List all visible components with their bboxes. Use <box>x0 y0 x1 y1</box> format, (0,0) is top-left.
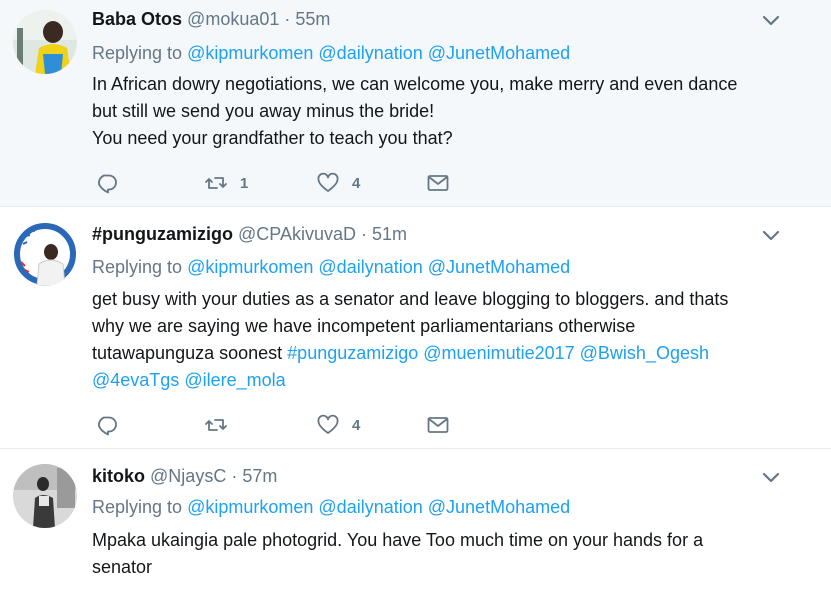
replying-to: Replying to @kipmurkomen @dailynation @J… <box>92 496 570 518</box>
tweet-text-line: You need your grandfather to teach you t… <box>92 128 453 148</box>
display-name[interactable]: Baba Otos <box>92 9 182 29</box>
tweet-text-segment: tutawapunguza soonest <box>92 343 283 363</box>
display-name[interactable]: #punguzamizigo <box>92 224 233 244</box>
mention-link[interactable]: @ilere_mola <box>184 370 285 390</box>
display-name[interactable]: kitoko <box>92 466 145 486</box>
like-count: 4 <box>352 174 361 192</box>
reply-button[interactable] <box>95 170 119 196</box>
tweet-text-line: senator <box>92 557 153 577</box>
avatar[interactable] <box>13 222 77 286</box>
message-button[interactable] <box>426 170 450 196</box>
message-icon <box>427 417 449 433</box>
tweet-header: kitoko @NjaysC · 57m <box>92 465 277 487</box>
tweet-text-line: Mpaka ukaingia pale photogrid. You have … <box>92 530 704 550</box>
retweet-icon <box>205 177 227 189</box>
replying-label: Replying to <box>92 43 183 63</box>
tweet[interactable]: #punguzamizigo @CPAkivuvaD · 51m Replyin… <box>0 208 831 449</box>
tweet-header: #punguzamizigo @CPAkivuvaD · 51m <box>92 223 407 245</box>
tweet-text: get busy with your duties as a senator a… <box>92 286 792 394</box>
mention-link[interactable]: @kipmurkomen <box>187 497 313 517</box>
timestamp[interactable]: 51m <box>372 224 407 244</box>
tweet-text-line: get busy with your duties as a senator a… <box>92 289 729 309</box>
replying-label: Replying to <box>92 257 183 277</box>
replying-label: Replying to <box>92 497 183 517</box>
reply-button[interactable] <box>95 412 119 438</box>
mention-link[interactable]: @dailynation <box>318 43 422 63</box>
replying-to: Replying to @kipmurkomen @dailynation @J… <box>92 42 570 64</box>
tweet-text: In African dowry negotiations, we can we… <box>92 71 792 152</box>
tweet[interactable]: kitoko @NjaysC · 57m Replying to @kipmur… <box>0 450 831 594</box>
mention-link[interactable]: @dailynation <box>318 257 422 277</box>
tweet-header: Baba Otos @mokua01 · 55m <box>92 8 330 30</box>
reply-icon <box>98 416 117 436</box>
tweet-text-line: why we are saying we have incompetent pa… <box>92 316 636 336</box>
mention-link[interactable]: @JunetMohamed <box>428 43 570 63</box>
message-icon <box>427 175 449 191</box>
mention-link[interactable]: @Bwish_Ogesh <box>580 343 709 363</box>
chevron-down-icon[interactable] <box>761 229 781 243</box>
retweet-button[interactable]: 1 <box>204 170 248 196</box>
avatar[interactable] <box>13 464 77 528</box>
separator: · <box>361 224 367 244</box>
message-button[interactable] <box>426 412 450 438</box>
retweet-button[interactable] <box>204 412 240 438</box>
hashtag-link[interactable]: #punguzamizigo <box>287 343 418 363</box>
mention-link[interactable]: @JunetMohamed <box>428 257 570 277</box>
chevron-down-icon[interactable] <box>761 471 781 485</box>
like-button[interactable]: 4 <box>316 170 360 196</box>
tweet-text-line: In African dowry negotiations, we can we… <box>92 74 738 94</box>
like-count: 4 <box>352 416 361 434</box>
mention-link[interactable]: @dailynation <box>318 497 422 517</box>
user-handle[interactable]: @CPAkivuvaD <box>238 224 356 244</box>
tweet-actions: 4 <box>92 412 492 438</box>
avatar[interactable] <box>13 10 77 74</box>
like-icon <box>317 414 339 434</box>
replying-to: Replying to @kipmurkomen @dailynation @J… <box>92 256 570 278</box>
user-handle[interactable]: @mokua01 <box>187 9 279 29</box>
tweet[interactable]: Baba Otos @mokua01 · 55m Replying to @ki… <box>0 0 831 207</box>
mention-link[interactable]: @kipmurkomen <box>187 257 313 277</box>
tweet-text-line: but still we send you away minus the bri… <box>92 101 435 121</box>
like-icon <box>317 172 339 192</box>
chevron-down-icon[interactable] <box>761 14 781 28</box>
reply-icon <box>98 174 117 194</box>
like-button[interactable]: 4 <box>316 412 360 438</box>
timestamp[interactable]: 55m <box>295 9 330 29</box>
separator: · <box>231 466 238 486</box>
separator: · <box>284 9 291 29</box>
tweet-actions: 1 4 <box>92 170 492 196</box>
mention-link[interactable]: @JunetMohamed <box>428 497 570 517</box>
mention-link[interactable]: @muenimutie2017 <box>423 343 574 363</box>
timestamp[interactable]: 57m <box>242 466 277 486</box>
mention-link[interactable]: @kipmurkomen <box>187 43 313 63</box>
mention-link[interactable]: @4evaTgs <box>92 370 179 390</box>
retweet-icon <box>205 419 227 431</box>
user-handle[interactable]: @NjaysC <box>150 466 226 486</box>
retweet-count: 1 <box>240 174 249 192</box>
tweet-text: Mpaka ukaingia pale photogrid. You have … <box>92 527 792 581</box>
tweet-text-line: tutawapunguza soonest #punguzamizigo @mu… <box>92 340 792 367</box>
tweet-text-line: @4evaTgs @ilere_mola <box>92 367 792 394</box>
